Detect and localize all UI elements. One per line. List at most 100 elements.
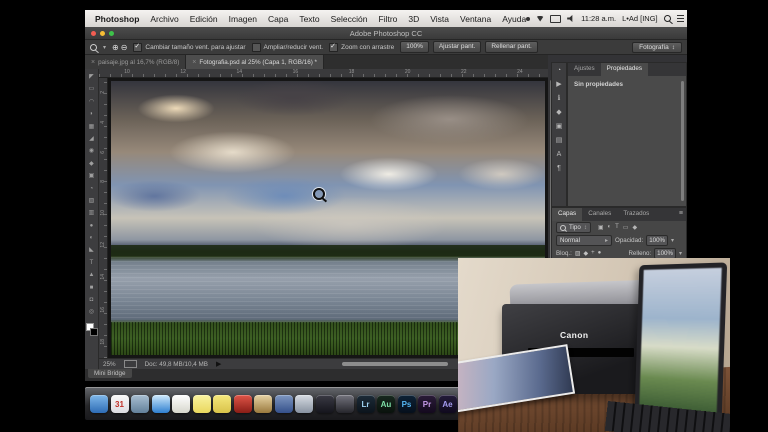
zoom-out-button[interactable]: ⊖: [121, 43, 128, 52]
move-tool[interactable]: ◤: [89, 71, 94, 83]
dock-preview[interactable]: [131, 395, 149, 413]
crop-tool[interactable]: ▦: [89, 121, 95, 133]
menu-item[interactable]: Edición: [190, 14, 218, 24]
notification-center-icon[interactable]: [677, 15, 684, 22]
fill-screen-button[interactable]: Rellenar pant.: [485, 41, 537, 53]
history-brush-tool[interactable]: ◔: [90, 183, 94, 195]
workspace-switcher[interactable]: Fotografía ↕: [632, 42, 682, 53]
panel-tab[interactable]: Ajustes: [568, 63, 601, 76]
dock-premiere[interactable]: Pr: [418, 395, 436, 413]
gradient-tool[interactable]: ▥: [89, 207, 95, 219]
menu-item[interactable]: Capa: [268, 14, 288, 24]
pixel-filter-icon[interactable]: ▣: [598, 224, 604, 231]
wifi-icon[interactable]: [536, 16, 544, 22]
clone-source-icon[interactable]: ▣: [556, 123, 563, 130]
zoom-in-button[interactable]: ⊕: [112, 43, 119, 52]
checkbox[interactable]: [133, 43, 142, 52]
quick-selection-tool[interactable]: ◗: [90, 108, 94, 120]
type-tool[interactable]: T: [90, 257, 94, 269]
dock-aftereffects[interactable]: Ae: [439, 395, 457, 413]
zoom-tool-icon[interactable]: [90, 44, 97, 51]
dock-notes[interactable]: [213, 395, 231, 413]
shape-filter-icon[interactable]: ▭: [623, 224, 629, 231]
pen-tool[interactable]: ◣: [89, 244, 94, 256]
dock-finder[interactable]: [90, 395, 108, 413]
character-icon[interactable]: A: [557, 151, 562, 158]
dock-imovie[interactable]: [316, 395, 334, 413]
layer-filter-dropdown[interactable]: Tipo ↕: [556, 222, 591, 233]
mini-bridge-tab[interactable]: Mini Bridge: [88, 369, 132, 378]
lasso-tool[interactable]: ◠: [89, 96, 94, 108]
hand-tool[interactable]: ◘: [90, 294, 94, 306]
bluetooth-icon[interactable]: [526, 17, 530, 21]
eraser-tool[interactable]: ▨: [89, 195, 95, 207]
dock-quicktime[interactable]: [295, 395, 313, 413]
dodge-tool[interactable]: ◐: [90, 232, 94, 244]
blur-tool[interactable]: ●: [90, 220, 94, 232]
checkbox[interactable]: [252, 43, 261, 52]
menu-item[interactable]: Ventana: [460, 14, 491, 24]
healing-brush-tool[interactable]: ◉: [89, 145, 94, 157]
minimize-window-button[interactable]: [100, 31, 105, 36]
dock-dvd-player[interactable]: [234, 395, 252, 413]
clock[interactable]: 11:28 a.m.: [581, 14, 616, 23]
menu-item[interactable]: Ayuda: [502, 14, 526, 24]
actions-icon[interactable]: ▶: [556, 81, 561, 88]
input-source-menu[interactable]: L•Ad [ING]: [622, 14, 658, 23]
panel-menu-icon[interactable]: ≡: [679, 208, 686, 221]
dock-audition[interactable]: Au: [377, 395, 395, 413]
histogram-icon[interactable]: ▤: [556, 137, 563, 144]
fit-screen-button[interactable]: Ajustar pant.: [433, 41, 482, 53]
lock-pixels-icon[interactable]: ◆: [584, 250, 589, 257]
zoom-100-button[interactable]: 100%: [400, 41, 429, 53]
dock-iphoto[interactable]: [254, 395, 272, 413]
spotlight-icon[interactable]: [664, 15, 671, 22]
window-title-bar[interactable]: Adobe Photoshop CC: [85, 27, 687, 40]
opacity-field[interactable]: 100%: [646, 235, 668, 246]
dock-textedit[interactable]: [172, 395, 190, 413]
menu-item[interactable]: Vista: [430, 14, 449, 24]
lock-transparency-icon[interactable]: ▨: [575, 250, 581, 257]
close-tab-icon[interactable]: ×: [192, 59, 196, 66]
panel-tab[interactable]: Canales: [582, 208, 617, 221]
panel-tab[interactable]: Trazados: [617, 208, 655, 221]
opacity-caret-icon[interactable]: ▾: [671, 237, 674, 244]
volume-icon[interactable]: [567, 15, 575, 22]
dock-photoshop[interactable]: Ps: [398, 395, 416, 413]
info-icon[interactable]: ℹ: [558, 95, 561, 102]
menu-item[interactable]: Filtro: [379, 14, 398, 24]
canvas-horizontal-scrollbar[interactable]: [342, 362, 448, 366]
panel-tab[interactable]: Capas: [552, 208, 582, 221]
lock-all-icon[interactable]: ●: [598, 250, 602, 257]
history-icon[interactable]: ◔: [557, 67, 561, 74]
dock-photo-booth[interactable]: [336, 395, 354, 413]
clone-stamp-tool[interactable]: ▣: [89, 170, 95, 182]
menu-item[interactable]: Texto: [299, 14, 319, 24]
menu-item[interactable]: Archivo: [150, 14, 178, 24]
dock-safari[interactable]: [152, 395, 170, 413]
menu-item[interactable]: Selección: [331, 14, 368, 24]
close-window-button[interactable]: [91, 31, 96, 36]
eyedropper-tool[interactable]: ◢: [89, 133, 94, 145]
option-checkbox-group[interactable]: Cambiar tamaño vent. para ajustar: [133, 43, 245, 52]
checkbox[interactable]: [329, 43, 338, 52]
menu-item[interactable]: Imagen: [229, 14, 257, 24]
properties-scrollbar[interactable]: [681, 81, 684, 201]
tool-preset-caret-icon[interactable]: ▾: [103, 44, 106, 51]
status-options-arrow-icon[interactable]: ▶: [216, 360, 221, 368]
menu-item[interactable]: 3D: [408, 14, 419, 24]
document-tab[interactable]: × paisaje.jpg al 16,7% (RGB/8): [85, 55, 186, 69]
document-tab[interactable]: × Fotografia.psd al 25% (Capa 1, RGB/16)…: [186, 55, 324, 69]
adjustment-filter-icon[interactable]: ◐: [607, 224, 611, 231]
zoom-level-field[interactable]: 25%: [103, 361, 116, 368]
option-checkbox-group[interactable]: Ampliar/reducir vent.: [252, 43, 324, 52]
brush-presets-icon[interactable]: ◆: [556, 109, 561, 116]
marquee-tool[interactable]: ▭: [89, 83, 95, 95]
dock-photos[interactable]: [275, 395, 293, 413]
shape-tool[interactable]: ■: [90, 282, 94, 294]
option-checkbox-group[interactable]: Zoom con arrastre: [329, 43, 394, 52]
lock-position-icon[interactable]: +: [591, 250, 595, 257]
brush-tool[interactable]: ◆: [89, 158, 94, 170]
dock-lightroom[interactable]: Lr: [357, 395, 375, 413]
close-tab-icon[interactable]: ×: [91, 59, 95, 66]
